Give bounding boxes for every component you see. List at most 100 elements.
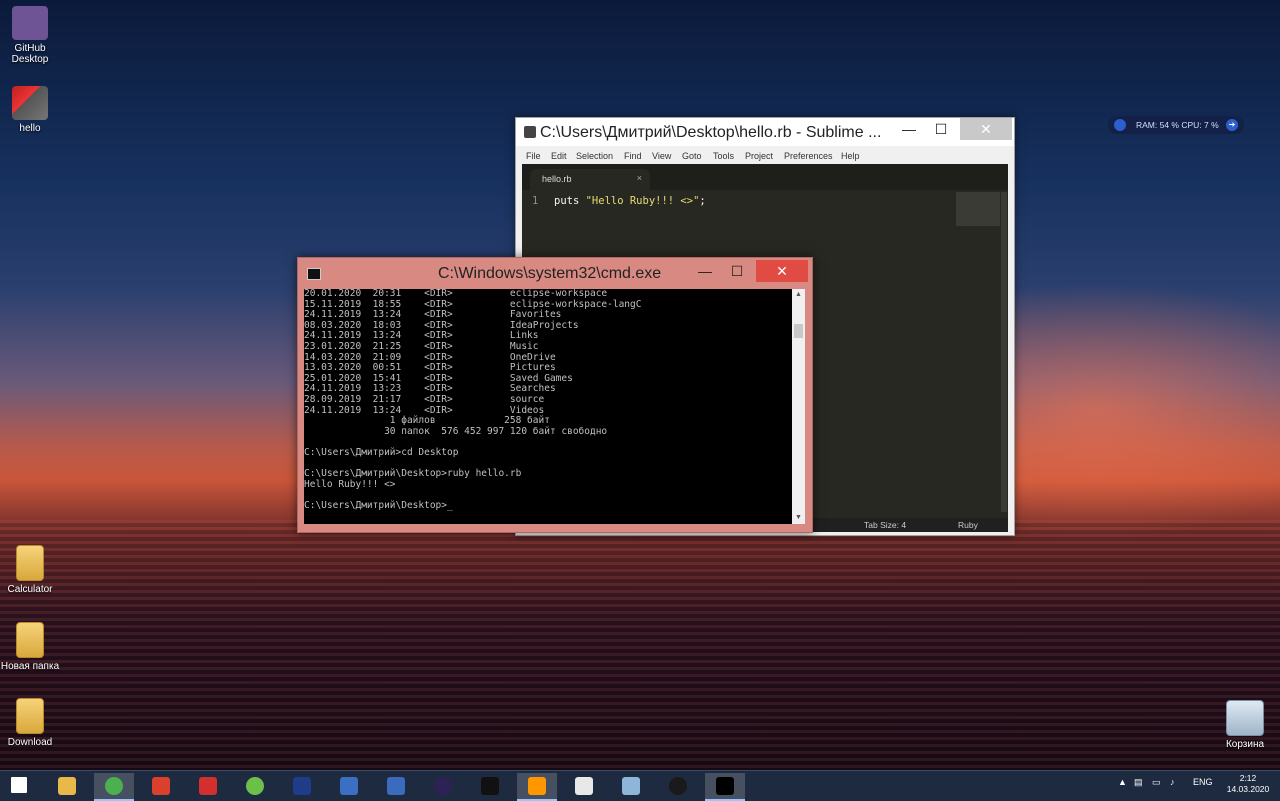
taskbar: ▲ ▤ ▭ ♪ ENG 2:12 14.03.2020 [0,770,1280,801]
sublime-menubar: File Edit Selection Find View Goto Tools… [516,148,1014,164]
menu-goto[interactable]: Goto [682,151,702,161]
taskbar-button-intellij[interactable] [470,773,510,799]
line-number: 1 [532,195,539,207]
arrow-right-icon[interactable]: ➔ [1226,119,1238,131]
desktop-icon-label: Desktop [11,54,49,65]
sublime-text-icon [524,126,536,138]
menu-file[interactable]: File [526,151,541,161]
clock-date: 14.03.2020 [1226,784,1270,794]
system-monitor-gadget[interactable]: RAM: 54 % CPU: 7 % ➔ [1108,116,1244,134]
desktop-icon-label: Download [7,737,53,748]
desktop-icon-new-folder[interactable]: Новая папка [0,622,60,672]
editor-scrollbar[interactable] [1001,192,1007,512]
scroll-up-icon[interactable]: ▲ [792,289,805,301]
recycle-bin-icon [1226,700,1264,736]
console-line: Hello Ruby!!! <> [304,478,396,490]
eclipse-icon [434,777,452,795]
menu-project[interactable]: Project [745,151,773,161]
status-syntax[interactable]: Ruby [958,520,978,530]
battery-icon[interactable]: ▭ [1152,777,1161,788]
taskbar-button-sublime-text[interactable] [517,773,557,801]
taskbar-button-chrome[interactable] [94,773,134,801]
volume-icon[interactable]: ♪ [1170,777,1175,787]
minimize-button[interactable]: — [690,260,720,282]
desktop-icon-label: Новая папка [0,661,60,672]
close-button[interactable]: ✕ [960,118,1012,140]
sublime-tabbar: hello.rb × [522,164,1008,190]
maximize-button[interactable]: ☐ [722,260,752,282]
menu-selection[interactable]: Selection [576,151,613,161]
cmd-icon [716,777,734,795]
code-string: "Hello Ruby!!! <>" [585,195,700,207]
console-line: C:\Users\Дмитрий>cd Desktop [304,446,459,458]
cmd-console[interactable]: 20.01.2020 20:31 <DIR> eclipse-workspace… [304,289,792,524]
cmd-window[interactable]: C:\Windows\system32\cmd.exe — ☐ ✕ 20.01.… [297,257,813,533]
maximize-button[interactable]: ☐ [926,118,956,140]
devcpp-icon [387,777,405,795]
tray-up-arrow-icon[interactable]: ▲ [1118,777,1127,787]
menu-edit[interactable]: Edit [551,151,567,161]
desktop-icon-github[interactable]: GitHub Desktop [0,6,60,65]
desktop-icon-download[interactable]: Download [0,698,60,748]
console-line: 23.01.2020 21:25 <DIR> Music [304,340,539,352]
cmd-icon [307,268,321,280]
desktop-icon-label: GitHub [14,43,46,54]
close-tab-icon[interactable]: × [637,173,642,183]
taskbar-button-ccleaner[interactable] [141,773,181,799]
tab-hello-rb[interactable]: hello.rb × [530,169,650,190]
taskbar-button-telegram[interactable] [611,773,651,799]
taskbar-button-photoshop[interactable] [282,773,322,799]
menu-help[interactable]: Help [841,151,860,161]
scroll-thumb[interactable] [794,324,803,338]
rocket-icon [1114,119,1126,131]
telegram-icon [622,777,640,795]
taskbar-button-cmd[interactable] [705,773,745,801]
taskbar-button-devcpp[interactable] [376,773,416,799]
menu-view[interactable]: View [652,151,671,161]
wallpaper-sea [0,520,1280,770]
taskbar-button-save-floppy[interactable] [329,773,369,799]
sublime-title: C:\Users\Дмитрий\Desktop\hello.rb - Subl… [540,124,882,141]
taskbar-button-utorrent[interactable] [235,773,275,799]
code-line[interactable]: 1 puts "Hello Ruby!!! <>"; [522,192,1008,210]
hello-file-icon [12,86,48,120]
status-tab-size[interactable]: Tab Size: 4 [864,520,906,530]
cmd-titlebar[interactable]: C:\Windows\system32\cmd.exe — ☐ ✕ [298,258,812,288]
sublime-titlebar[interactable]: C:\Users\Дмитрий\Desktop\hello.rb - Subl… [516,118,1014,146]
console-line: 30 папок 576 452 997 120 байт свободно [304,425,608,437]
acrobat-icon [199,777,217,795]
taskbar-button-eclipse[interactable] [423,773,463,799]
menu-preferences[interactable]: Preferences [784,151,833,161]
console-line: 20.01.2020 20:31 <DIR> eclipse-workspace [304,289,608,299]
desktop-icon-hello[interactable]: hello [0,86,60,134]
tab-label: hello.rb [542,174,572,184]
scroll-down-icon[interactable]: ▼ [792,512,805,524]
sublime-text-icon [528,777,546,795]
taskbar-button-file-explorer[interactable] [47,773,87,799]
code-keyword: puts [554,195,586,207]
clock[interactable]: 2:12 14.03.2020 [1222,773,1274,795]
taskbar-button-inkscape[interactable] [658,773,698,799]
inkscape-icon [669,777,687,795]
desktop-icon-label: Calculator [7,584,53,595]
menu-find[interactable]: Find [624,151,642,161]
menu-tools[interactable]: Tools [713,151,734,161]
desktop-icon-label: Корзина [1225,739,1265,750]
folder-icon [16,622,44,658]
taskbar-button-start[interactable] [0,773,40,799]
close-button[interactable]: ✕ [756,260,808,282]
clock-time: 2:12 [1239,773,1257,783]
save-floppy-icon [340,777,358,795]
language-indicator[interactable]: ENG [1193,777,1213,787]
desktop-icon-recycle-bin[interactable]: Корзина [1215,700,1275,750]
minimize-button[interactable]: — [894,118,924,140]
taskbar-button-acrobat[interactable] [188,773,228,799]
cmd-scrollbar[interactable]: ▲ ▼ [792,289,805,524]
intellij-icon [481,777,499,795]
desktop-icon-calculator[interactable]: Calculator [0,545,60,595]
photoshop-icon [293,777,311,795]
taskbar-button-slack[interactable] [564,773,604,799]
network-icon[interactable]: ▤ [1134,777,1143,788]
minimap[interactable] [956,192,1000,226]
folder-icon [16,545,44,581]
